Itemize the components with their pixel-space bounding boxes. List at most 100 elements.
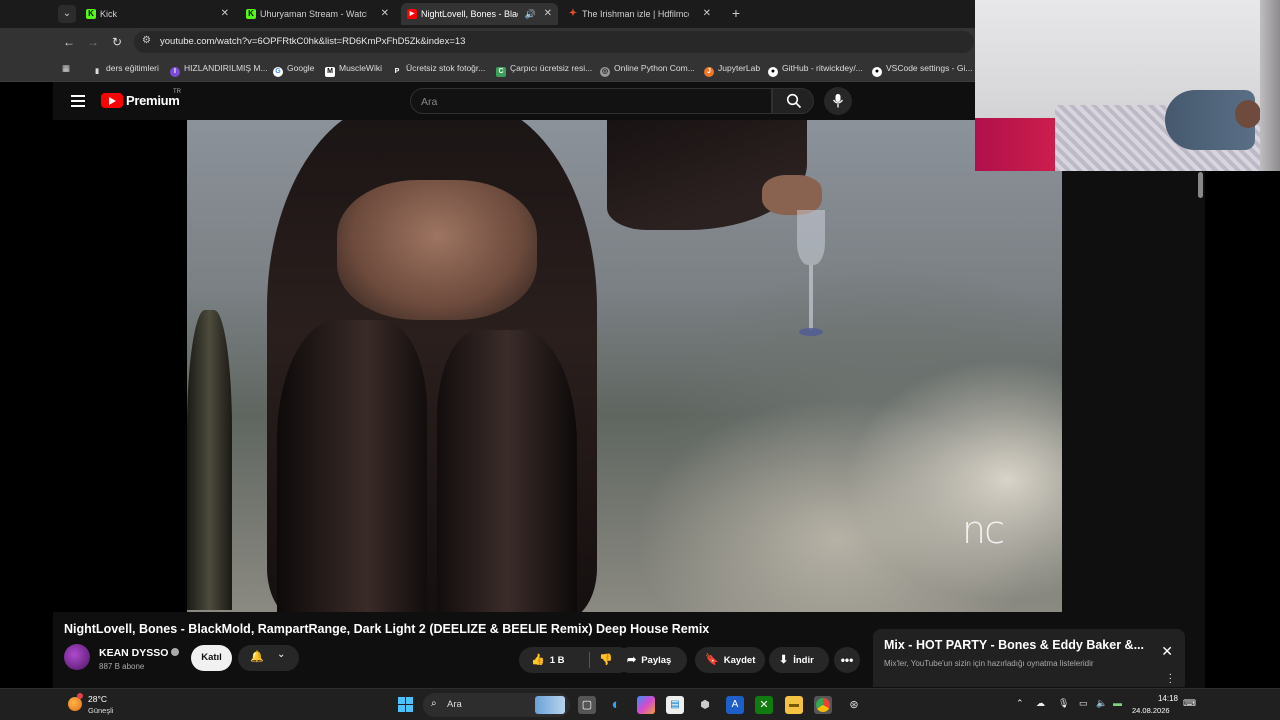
notifications-icon[interactable]: ⌨ bbox=[1183, 698, 1196, 709]
menu-icon[interactable] bbox=[71, 95, 85, 107]
close-icon[interactable]: ✕ bbox=[1161, 643, 1173, 660]
video-scene bbox=[797, 210, 825, 340]
tab-title: NightLovell, Bones - BlackM bbox=[421, 9, 518, 19]
tab-irishman[interactable]: ✦ The Irishman izle | Hdfilmcehen ✕ bbox=[562, 3, 717, 25]
mix-playlist-panel[interactable]: Mix - HOT PARTY - Bones & Eddy Baker &..… bbox=[873, 629, 1185, 688]
subscriber-count: 887 B abone bbox=[99, 662, 145, 671]
close-icon[interactable]: ✕ bbox=[381, 3, 389, 25]
search-icon: ⌕ bbox=[431, 698, 437, 709]
display-icon[interactable]: ▭ bbox=[1079, 698, 1088, 709]
reload-icon[interactable]: ↻ bbox=[109, 34, 125, 50]
youtube-logo-icon[interactable] bbox=[101, 93, 123, 108]
more-horizontal-icon: ••• bbox=[840, 653, 854, 667]
channel-name[interactable]: KEAN DYSSO bbox=[99, 647, 168, 659]
microphone-icon[interactable]: 🎙 bbox=[1058, 698, 1069, 709]
bookmark-item[interactable]: G Google bbox=[273, 62, 314, 77]
chrome-icon[interactable] bbox=[814, 696, 832, 714]
tab-search-dropdown-icon[interactable]: ⌄ bbox=[58, 5, 76, 23]
apps-icon[interactable]: ▦ bbox=[62, 62, 70, 74]
clock-date[interactable]: 24.08.2026 bbox=[1132, 706, 1170, 715]
bookmark-item[interactable]: ● GitHub - ritwickdey/... bbox=[768, 62, 863, 77]
channel-avatar[interactable] bbox=[64, 644, 90, 670]
chevron-down-icon: ⌄ bbox=[277, 649, 286, 660]
task-view-icon[interactable]: ▢ bbox=[578, 696, 596, 714]
channel-name-row[interactable]: KEAN DYSSO bbox=[99, 647, 180, 659]
bookmark-label: Google bbox=[287, 63, 315, 73]
bookmark-item[interactable]: ● VSCode settings - Gi... bbox=[872, 62, 972, 77]
bookmark-item[interactable]: M MuscleWiki bbox=[325, 62, 382, 77]
bookmark-item[interactable]: C Çarpıcı ücretsiz resi... bbox=[496, 62, 592, 77]
windows-taskbar: 28°C Güneşli ⌕ Ara ▢ ◐ ▤ ⬢ A ✕ ▬ ⊛ ⌃ ☁ 🎙… bbox=[0, 688, 1280, 720]
join-button[interactable]: Katıl bbox=[191, 645, 232, 671]
video-frame[interactable]: nc bbox=[187, 120, 1062, 612]
video-watermark: nc bbox=[962, 508, 1005, 552]
microphone-icon bbox=[832, 94, 844, 108]
copilot-icon[interactable] bbox=[637, 696, 655, 714]
bookmark-label: Online Python Com... bbox=[614, 63, 695, 73]
share-button[interactable]: ➦ Paylaş bbox=[617, 647, 687, 673]
page-background-right bbox=[1205, 82, 1280, 688]
bookmark-favicon-icon: I bbox=[170, 67, 180, 77]
bookmark-label: HIZLANDIRILMIŞ M... bbox=[184, 63, 268, 73]
close-icon[interactable]: ✕ bbox=[544, 3, 552, 25]
new-tab-button[interactable]: + bbox=[727, 4, 745, 22]
windows-start-icon[interactable] bbox=[398, 697, 413, 712]
temperature[interactable]: 28°C bbox=[88, 694, 107, 704]
dislike-button[interactable]: 👎 bbox=[599, 647, 618, 674]
scrollbar-thumb[interactable] bbox=[1198, 172, 1203, 198]
store-icon[interactable]: ▤ bbox=[666, 696, 684, 714]
more-vertical-icon[interactable]: · · · bbox=[1169, 670, 1172, 688]
close-icon[interactable]: ✕ bbox=[703, 3, 711, 25]
show-hidden-icons-icon[interactable]: ⌃ bbox=[1016, 698, 1024, 709]
webcam-scene bbox=[1235, 100, 1261, 128]
taskbar-search[interactable]: ⌕ Ara bbox=[423, 693, 570, 717]
tab-kick[interactable]: K Kick ✕ bbox=[80, 3, 235, 25]
clock-time[interactable]: 14:18 bbox=[1138, 694, 1178, 703]
mix-title[interactable]: Mix - HOT PARTY - Bones & Eddy Baker &..… bbox=[884, 638, 1144, 652]
search-highlight-icon bbox=[535, 696, 565, 714]
weather-description[interactable]: Güneşli bbox=[88, 706, 113, 715]
battery-icon[interactable]: ▬ bbox=[1113, 698, 1122, 708]
video-scene bbox=[762, 175, 822, 215]
settings-app-icon[interactable]: ⬢ bbox=[696, 696, 714, 714]
file-explorer-icon[interactable]: ▬ bbox=[785, 696, 803, 714]
bookmark-item[interactable]: ▮ ders eğitimleri bbox=[92, 62, 159, 77]
bookmark-item[interactable]: ◎ Online Python Com... bbox=[600, 62, 695, 77]
bookmark-item[interactable]: J JupyterLab bbox=[704, 62, 760, 77]
voice-search-button[interactable] bbox=[824, 87, 852, 115]
tab-uhuryaman[interactable]: K Uhuryaman Stream - Watch Liv ✕ bbox=[240, 3, 395, 25]
search-button[interactable] bbox=[772, 88, 814, 114]
bookmark-label: Çarpıcı ücretsiz resi... bbox=[510, 63, 593, 73]
youtube-premium-logo[interactable]: Premium bbox=[126, 93, 180, 108]
tab-title: Kick bbox=[100, 9, 118, 19]
download-label: İndir bbox=[793, 655, 814, 666]
more-actions-button[interactable]: ••• bbox=[834, 647, 860, 673]
bookmark-item[interactable]: P Ücretsiz stok fotoğr... bbox=[392, 62, 486, 77]
xbox-icon[interactable]: ✕ bbox=[755, 696, 773, 714]
youtube-icon: ▶ bbox=[407, 9, 417, 19]
search-input[interactable] bbox=[421, 94, 751, 109]
notification-badge bbox=[77, 693, 83, 699]
onedrive-icon[interactable]: ☁ bbox=[1036, 698, 1045, 709]
address-bar[interactable]: ⚙ youtube.com/watch?v=6OPFRtkC0hk&list=R… bbox=[134, 31, 974, 53]
bookmark-folder-icon: ▮ bbox=[95, 68, 99, 75]
snipping-tool-icon[interactable]: ⊛ bbox=[845, 696, 863, 714]
download-button[interactable]: ⬇ İndir bbox=[769, 647, 829, 673]
notification-button[interactable]: 🔔 ⌄ bbox=[238, 645, 299, 671]
azure-data-icon[interactable]: A bbox=[726, 696, 744, 714]
like-button[interactable]: 👍 1 B bbox=[531, 647, 565, 674]
back-icon[interactable]: ← bbox=[61, 34, 77, 50]
save-button[interactable]: 🔖 Kaydet bbox=[695, 647, 765, 673]
bookmark-item[interactable]: I HIZLANDIRILMIŞ M... bbox=[170, 62, 268, 77]
video-player[interactable]: nc bbox=[53, 120, 1062, 612]
edge-icon[interactable]: ◐ bbox=[607, 696, 625, 714]
search-box[interactable] bbox=[410, 88, 772, 114]
volume-icon[interactable]: 🔈 bbox=[1096, 698, 1107, 709]
tab-youtube-active[interactable]: ▶ NightLovell, Bones - BlackM 🔊 ✕ bbox=[401, 3, 558, 25]
weather-sun-icon[interactable] bbox=[68, 697, 82, 711]
bookmark-label: ders eğitimleri bbox=[106, 63, 159, 73]
forward-icon[interactable]: → bbox=[85, 34, 101, 50]
site-info-icon[interactable]: ⚙ bbox=[142, 35, 151, 46]
speaker-icon[interactable]: 🔊 bbox=[525, 3, 536, 25]
close-icon[interactable]: ✕ bbox=[221, 3, 229, 25]
